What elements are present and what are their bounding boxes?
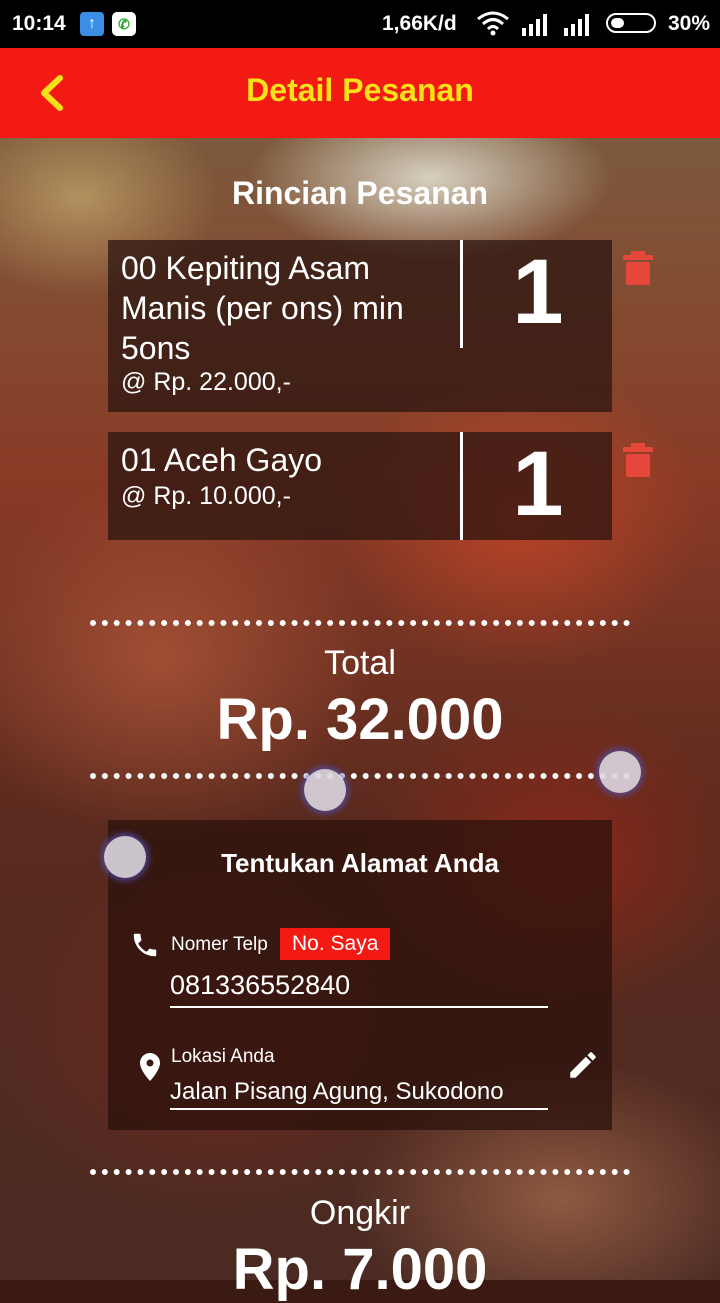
divider-dotted — [90, 1169, 630, 1175]
phone-field[interactable]: 081336552840 — [170, 970, 548, 1008]
location-pin-icon — [140, 1053, 160, 1081]
item-name: 00 Kepiting Asam Manis (per ons) min 5on… — [121, 250, 404, 366]
page-title: Detail Pesanan — [246, 72, 474, 108]
touch-indicator — [104, 836, 146, 878]
touch-indicator — [304, 769, 346, 811]
address-card-title: Tentukan Alamat Anda — [221, 848, 499, 878]
order-item: 01 Aceh Gayo @ Rp. 10.000,- 1 — [108, 432, 612, 540]
total-value: Rp. 32.000 — [216, 687, 504, 752]
divider-dotted — [90, 773, 630, 779]
item-quantity[interactable]: 1 — [464, 432, 612, 537]
shipping-value: Rp. 7.000 — [232, 1237, 488, 1302]
item-price: @ Rp. 22.000,- — [121, 368, 291, 396]
phone-icon — [133, 933, 157, 957]
upload-notification-icon: ↑ — [80, 12, 104, 36]
phone-label: Nomer Telp — [171, 934, 268, 955]
app-bar: Detail Pesanan — [0, 48, 720, 138]
location-field[interactable]: Jalan Pisang Agung, Sukodono — [170, 1078, 548, 1110]
touch-indicator — [599, 751, 641, 793]
trash-icon[interactable] — [622, 250, 654, 286]
my-number-button[interactable]: No. Saya — [280, 928, 391, 960]
wifi-icon — [477, 11, 509, 36]
item-divider — [460, 432, 463, 540]
divider-dotted — [90, 620, 630, 626]
battery-percent: 30% — [668, 12, 711, 35]
pencil-edit-icon[interactable] — [566, 1048, 600, 1082]
item-name: 01 Aceh Gayo — [121, 442, 323, 478]
order-details-title: Rincian Pesanan — [231, 175, 489, 211]
shipping-label: Ongkir — [309, 1194, 411, 1232]
battery-icon — [606, 13, 656, 33]
signal-icon — [522, 14, 547, 36]
location-label: Lokasi Anda — [171, 1046, 275, 1067]
order-item: 00 Kepiting Asam Manis (per ons) min 5on… — [108, 240, 612, 412]
total-label: Total — [324, 644, 396, 682]
status-time: 10:14 — [12, 12, 66, 35]
signal-icon — [564, 14, 589, 36]
network-speed: 1,66K/d — [382, 12, 457, 35]
trash-icon[interactable] — [622, 442, 654, 478]
chat-notification-icon: ✆ — [112, 12, 136, 36]
item-quantity[interactable]: 1 — [464, 240, 612, 345]
item-divider — [460, 240, 463, 348]
address-card: Tentukan Alamat Anda Nomer Telp No. Saya… — [108, 820, 612, 1130]
status-bar: 10:14 ↑ ✆ 1,66K/d 30% — [0, 0, 720, 48]
item-price: @ Rp. 10.000,- — [121, 482, 291, 510]
